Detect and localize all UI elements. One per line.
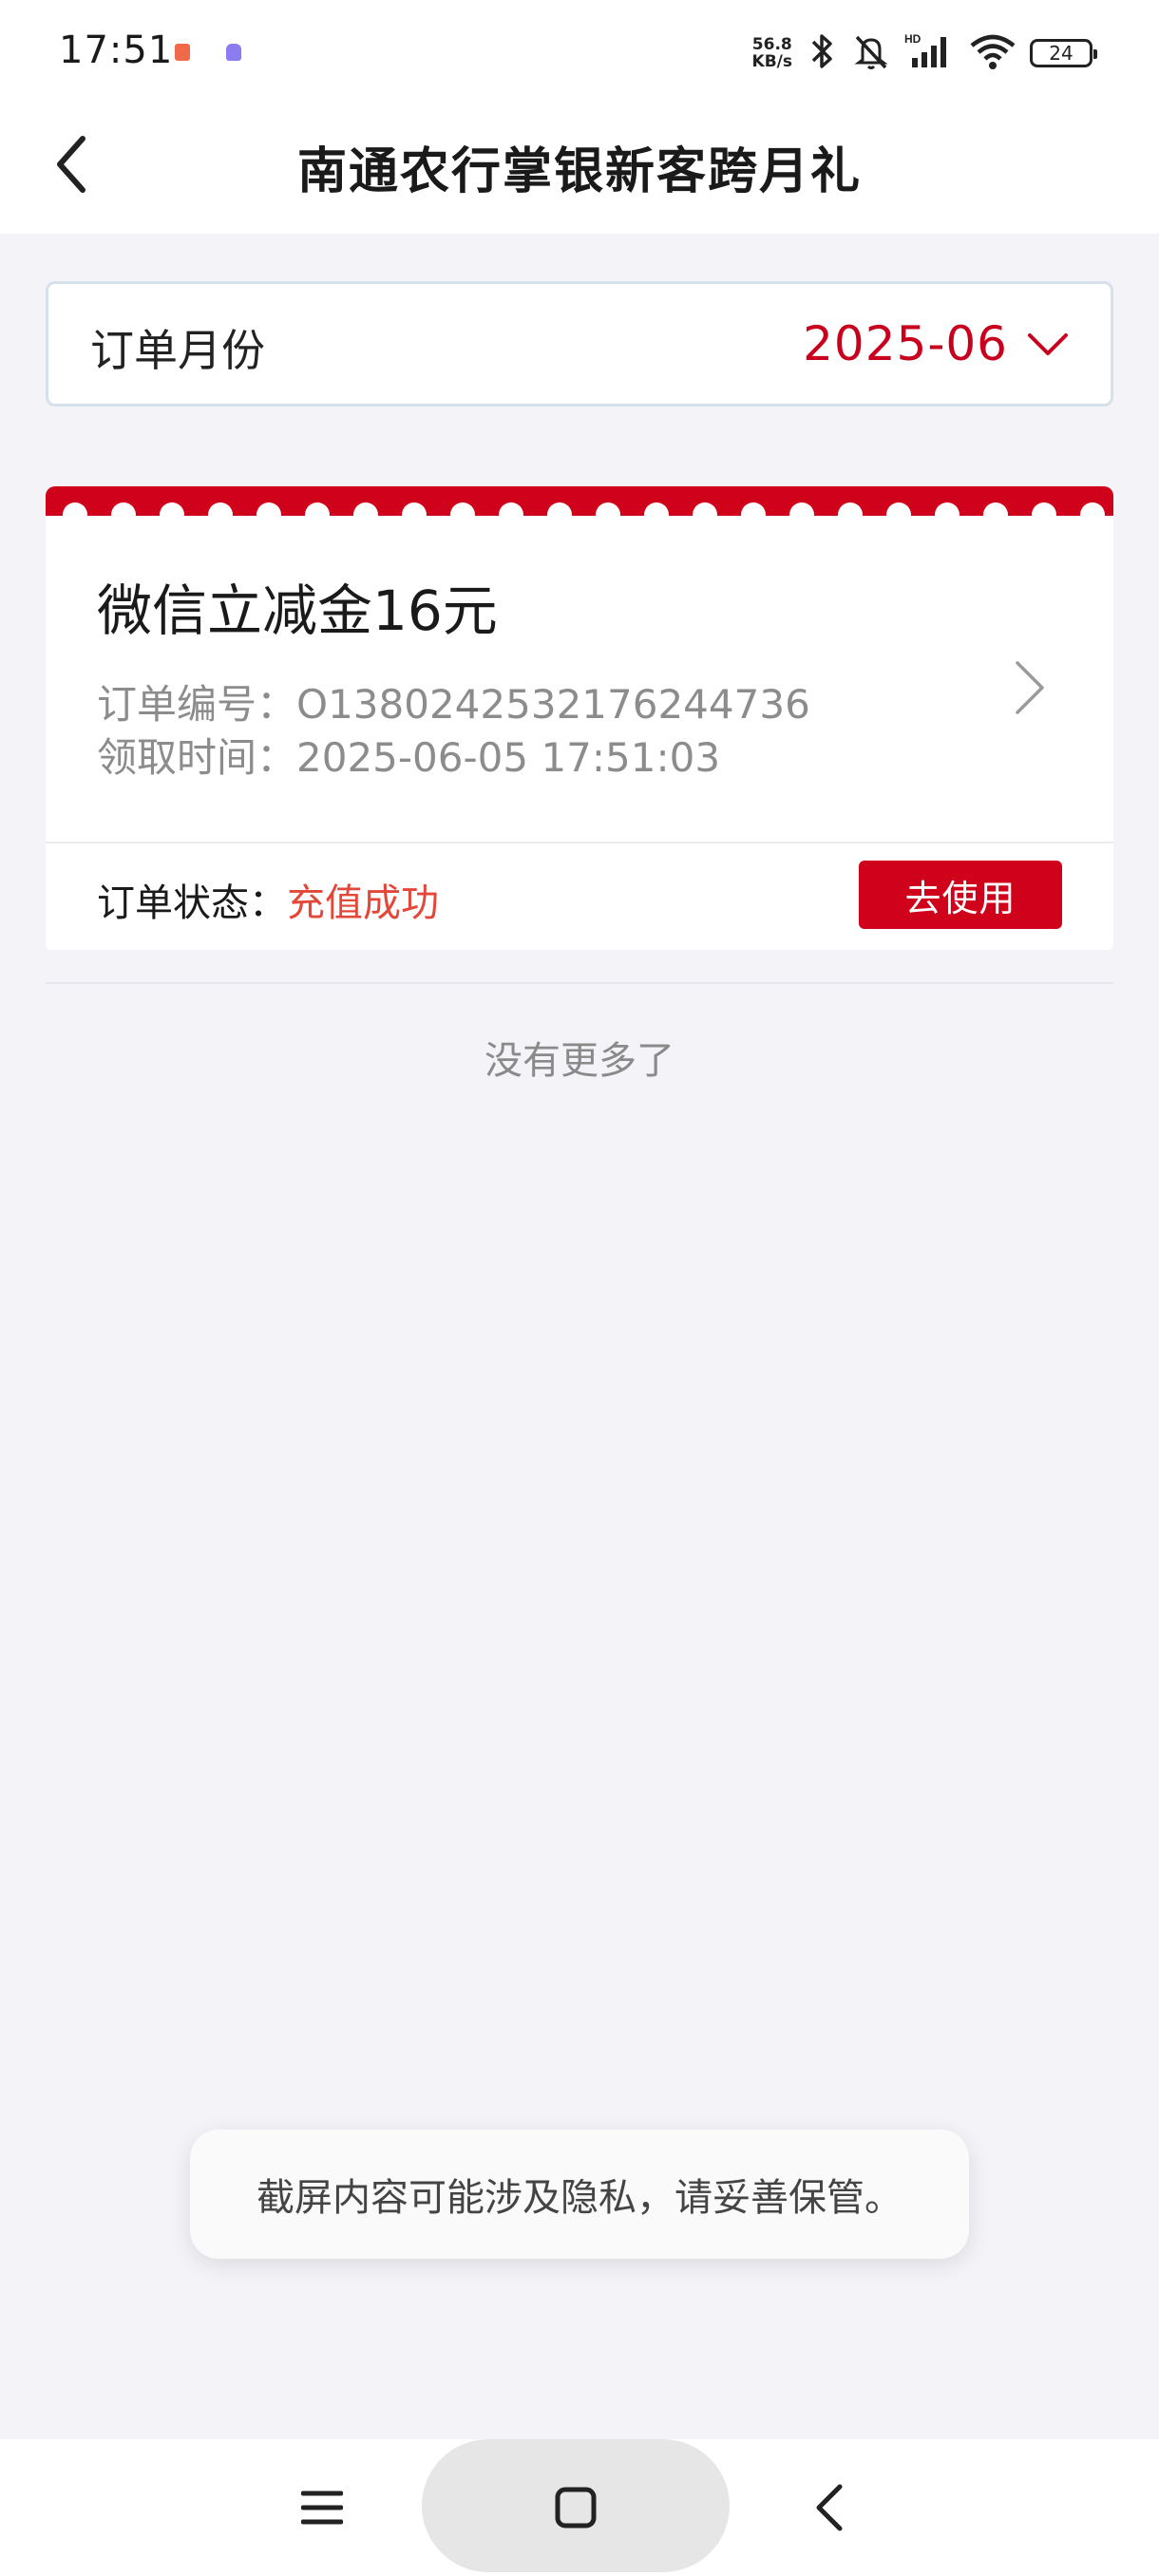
list-end-text: 没有更多了 bbox=[484, 1039, 674, 1083]
order-card[interactable]: 微信立减金16元 订单编号：O1380242532176244736 领取时间：… bbox=[46, 486, 1113, 950]
order-status-label: 订单状态： bbox=[97, 881, 287, 925]
hd-label: HD bbox=[904, 32, 922, 46]
mute-bell-icon bbox=[851, 31, 891, 75]
month-filter-select[interactable]: 订单月份 2025-06 bbox=[46, 281, 1113, 407]
network-speed-value: 56.8 bbox=[751, 35, 792, 54]
status-icons: 56.8 KB/s HD 24 bbox=[752, 27, 1097, 80]
month-filter-value: 2025-06 bbox=[803, 316, 1008, 371]
month-filter-label: 订单月份 bbox=[90, 325, 265, 376]
back-triangle-icon bbox=[816, 2484, 843, 2531]
signal-icon: HD bbox=[904, 31, 956, 75]
claim-time-label: 领取时间： bbox=[97, 734, 297, 781]
back-nav-button[interactable] bbox=[787, 2465, 872, 2550]
order-number: 订单编号：O1380242532176244736 bbox=[97, 672, 810, 730]
header: 南通农行掌银新客跨月礼 bbox=[0, 104, 1159, 234]
order-status-value: 充值成功 bbox=[287, 881, 439, 925]
wifi-icon bbox=[969, 31, 1016, 75]
chevron-down-icon bbox=[1028, 333, 1068, 355]
network-speed-unit: KB/s bbox=[751, 52, 792, 71]
menu-button[interactable] bbox=[279, 2465, 365, 2550]
status-time: 17:51 bbox=[59, 28, 174, 72]
app-notification-icon bbox=[175, 44, 190, 61]
bluetooth-icon bbox=[806, 31, 838, 75]
network-speed: 56.8 KB/s bbox=[752, 36, 792, 70]
chevron-right-icon[interactable] bbox=[1013, 659, 1047, 716]
card-divider bbox=[46, 842, 1113, 843]
menu-icon bbox=[301, 2491, 343, 2525]
list-divider bbox=[46, 982, 1113, 984]
status-bar: 17:51 56.8 KB/s HD 24 bbox=[0, 0, 1159, 104]
page-title: 南通农行掌银新客跨月礼 bbox=[296, 143, 862, 200]
claim-time-value: 2025-06-05 17:51:03 bbox=[296, 734, 721, 781]
home-button[interactable] bbox=[533, 2465, 618, 2550]
claim-time: 领取时间：2025-06-05 17:51:03 bbox=[97, 726, 720, 784]
order-number-value: O1380242532176244736 bbox=[296, 681, 810, 728]
order-title: 微信立减金16元 bbox=[97, 578, 498, 643]
privacy-toast: 截屏内容可能涉及隐私，请妥善保管。 bbox=[190, 2130, 969, 2259]
battery-level: 24 bbox=[1049, 42, 1074, 65]
order-status: 订单状态：充值成功 bbox=[97, 872, 439, 927]
system-nav-bar bbox=[0, 2439, 1159, 2576]
home-square-icon bbox=[555, 2487, 597, 2529]
scalloped-top-border bbox=[46, 486, 1113, 522]
shirt-notification-icon bbox=[226, 44, 241, 61]
order-number-label: 订单编号： bbox=[97, 681, 297, 728]
use-button[interactable]: 去使用 bbox=[859, 861, 1062, 929]
battery-icon: 24 bbox=[1030, 39, 1097, 67]
